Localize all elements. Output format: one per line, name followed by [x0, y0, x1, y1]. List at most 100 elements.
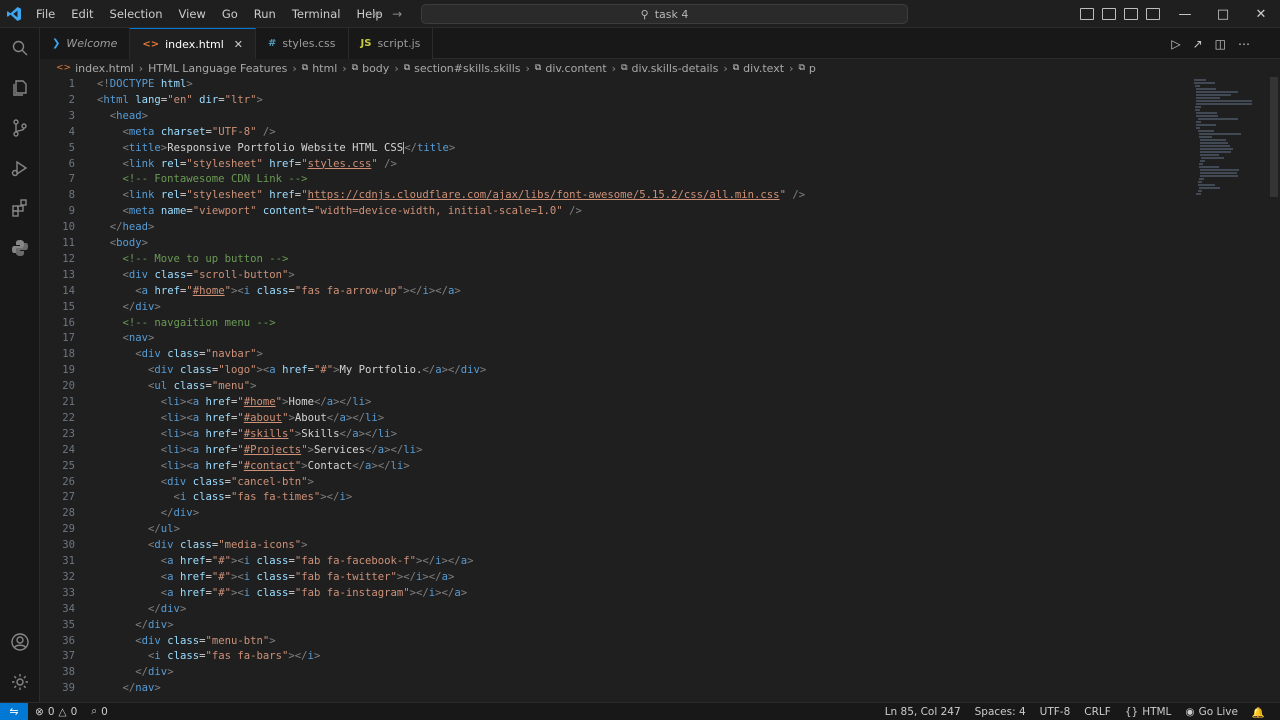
breadcrumb-item[interactable]: ⧉ p [798, 62, 815, 75]
code-line[interactable]: 33 <a href="#"><i class="fab fa-instagra… [40, 586, 1190, 602]
code-line[interactable]: 34 </div> [40, 602, 1190, 618]
code-text: <nav> [122, 332, 155, 345]
menu-item-terminal[interactable]: Terminal [284, 0, 349, 28]
open-changes-icon[interactable]: ↗ [1193, 37, 1203, 51]
menu-item-go[interactable]: Go [214, 0, 246, 28]
remote-indicator-icon[interactable]: ⇋ [0, 702, 28, 720]
menu-item-file[interactable]: File [28, 0, 63, 28]
code-line[interactable]: 26 <div class="cancel-btn"> [40, 475, 1190, 491]
close-button[interactable]: ✕ [1242, 0, 1280, 28]
line-endings[interactable]: CRLF [1077, 706, 1118, 718]
code-line[interactable]: 16 <!-- navgaition menu --> [40, 316, 1190, 332]
cursor-position[interactable]: Ln 85, Col 247 [878, 706, 968, 718]
code-line[interactable]: 20 <ul class="menu"> [40, 379, 1190, 395]
forward-arrow-icon[interactable]: → [392, 7, 402, 21]
code-text: <div class="scroll-button"> [122, 268, 295, 281]
indentation[interactable]: Spaces: 4 [968, 706, 1033, 718]
code-line[interactable]: 12 <!-- Move to up button --> [40, 252, 1190, 268]
files-icon[interactable] [0, 68, 40, 108]
breadcrumb-item[interactable]: ⧉ div.text [733, 62, 784, 75]
extensions-icon[interactable] [0, 188, 40, 228]
code-line[interactable]: 23 <li><a href="#skills">Skills</a></li> [40, 427, 1190, 443]
breadcrumb-item[interactable]: ⧉ div.skills-details [621, 62, 718, 75]
command-center-search[interactable]: ⚲ task 4 [421, 4, 908, 24]
minimize-button[interactable]: — [1166, 0, 1204, 28]
back-arrow-icon[interactable]: ← [372, 7, 382, 21]
code-line[interactable]: 7 <!-- Fontawesome CDN Link --> [40, 172, 1190, 188]
code-line[interactable]: 8 <link rel="stylesheet" href="https://c… [40, 188, 1190, 204]
code-line[interactable]: 4 <meta charset="UTF-8" /> [40, 125, 1190, 141]
breadcrumb-item[interactable]: ⧉ section#skills.skills [404, 62, 521, 75]
code-line[interactable]: 21 <li><a href="#home">Home</a></li> [40, 395, 1190, 411]
close-icon[interactable]: ✕ [234, 38, 243, 51]
settings-gear-icon[interactable] [0, 662, 40, 702]
tab-styles-css[interactable]: # styles.css [256, 28, 349, 59]
code-line[interactable]: 22 <li><a href="#about">About</a></li> [40, 411, 1190, 427]
language-mode[interactable]: {} HTML [1118, 706, 1179, 718]
minimap[interactable] [1190, 77, 1266, 699]
code-line[interactable]: 36 <div class="menu-btn"> [40, 634, 1190, 650]
code-line[interactable]: 32 <a href="#"><i class="fab fa-twitter"… [40, 570, 1190, 586]
toggle-secondary-sidebar-icon[interactable] [1124, 8, 1138, 20]
breadcrumb-item[interactable]: ⧉ body [352, 62, 390, 75]
code-line[interactable]: 39 </nav> [40, 681, 1190, 697]
breadcrumb-item[interactable]: ⧉ html [302, 62, 338, 75]
code-line[interactable]: 28 </div> [40, 506, 1190, 522]
menu-item-edit[interactable]: Edit [63, 0, 101, 28]
customize-layout-icon[interactable] [1146, 8, 1160, 20]
notifications-icon[interactable]: 🔔 [1245, 706, 1272, 719]
code-line[interactable]: 2 <html lang="en" dir="ltr"> [40, 93, 1190, 109]
code-line[interactable]: 14 <a href="#home"><i class="fas fa-arro… [40, 284, 1190, 300]
toggle-panel-icon[interactable] [1102, 8, 1116, 20]
maximize-button[interactable]: □ [1204, 0, 1242, 28]
chevron-right-icon: › [138, 61, 144, 75]
code-line[interactable]: 19 <div class="logo"><a href="#">My Port… [40, 363, 1190, 379]
code-editor[interactable]: 1 <!DOCTYPE html> 2 <html lang="en" dir="lt… [40, 77, 1190, 699]
source-control-icon[interactable] [0, 108, 40, 148]
code-line[interactable]: 3 <head> [40, 109, 1190, 125]
menu-item-view[interactable]: View [171, 0, 214, 28]
code-line[interactable]: 5 <title>Responsive Portfolio Website HT… [40, 141, 1190, 157]
more-actions-icon[interactable]: ⋯ [1238, 37, 1250, 51]
encoding[interactable]: UTF-8 [1033, 706, 1078, 718]
code-line[interactable]: 37 <i class="fas fa-bars"></i> [40, 649, 1190, 665]
tab-script-js[interactable]: JS script.js [348, 28, 434, 59]
scrollbar-thumb[interactable] [1270, 77, 1278, 197]
menu-item-run[interactable]: Run [246, 0, 284, 28]
code-line[interactable]: 10 </head> [40, 220, 1190, 236]
breadcrumb-item[interactable]: <> index.html [56, 62, 134, 75]
code-line[interactable]: 13 <div class="scroll-button"> [40, 268, 1190, 284]
line-number: 27 [62, 491, 75, 504]
editor-scrollbar[interactable] [1268, 77, 1278, 699]
code-line[interactable]: 1 <!DOCTYPE html> [40, 77, 1190, 93]
run-debug-icon[interactable] [0, 148, 40, 188]
tab-index-html[interactable]: <> index.html ✕ [130, 28, 256, 59]
code-line[interactable]: 27 <i class="fas fa-times"></i> [40, 490, 1190, 506]
breadcrumb-item[interactable]: ⧉ div.content [535, 62, 607, 75]
code-line[interactable]: 6 <link rel="stylesheet" href="styles.cs… [40, 157, 1190, 173]
run-icon[interactable]: ▷ [1171, 37, 1180, 51]
code-line[interactable]: 24 <li><a href="#Projects">Services</a><… [40, 443, 1190, 459]
code-line[interactable]: 17 <nav> [40, 331, 1190, 347]
account-icon[interactable] [0, 622, 40, 662]
code-line[interactable]: 15 </div> [40, 300, 1190, 316]
code-line[interactable]: 29 </ul> [40, 522, 1190, 538]
breadcrumb-item[interactable]: HTML Language Features [148, 62, 287, 75]
code-line[interactable]: 18 <div class="navbar"> [40, 347, 1190, 363]
toggle-primary-sidebar-icon[interactable] [1080, 8, 1094, 20]
code-line[interactable]: 31 <a href="#"><i class="fab fa-facebook… [40, 554, 1190, 570]
code-line[interactable]: 35 </div> [40, 618, 1190, 634]
python-icon[interactable] [0, 228, 40, 268]
ports-indicator[interactable]: ⌕ 0 [84, 705, 115, 718]
code-line[interactable]: 9 <meta name="viewport" content="width=d… [40, 204, 1190, 220]
problems-indicator[interactable]: ⊗ 0 △ 0 [28, 706, 84, 718]
code-line[interactable]: 25 <li><a href="#contact">Contact</a></l… [40, 459, 1190, 475]
code-line[interactable]: 11 <body> [40, 236, 1190, 252]
tab-welcome[interactable]: ❯ Welcome [40, 28, 131, 59]
go-live-button[interactable]: ◉ Go Live [1178, 706, 1245, 718]
code-line[interactable]: 30 <div class="media-icons"> [40, 538, 1190, 554]
code-line[interactable]: 38 </div> [40, 665, 1190, 681]
menu-item-selection[interactable]: Selection [102, 0, 171, 28]
split-editor-icon[interactable]: ◫ [1215, 37, 1226, 51]
explorer-icon[interactable] [0, 28, 40, 68]
